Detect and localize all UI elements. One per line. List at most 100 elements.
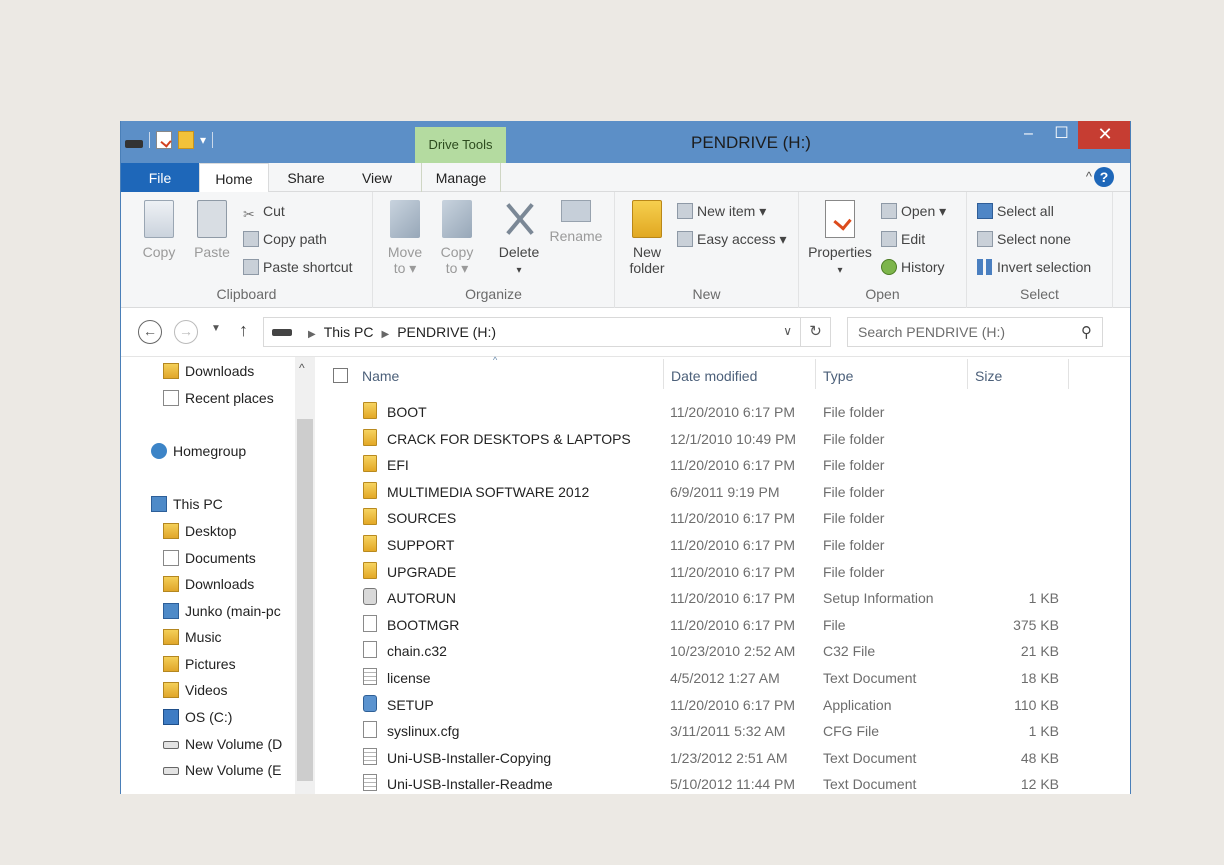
- title-bar: ▾ Drive Tools PENDRIVE (H:) – ☐ ✕: [121, 121, 1130, 163]
- column-header-size[interactable]: Size: [975, 368, 1002, 384]
- rename-icon: [561, 200, 591, 222]
- file-name: CRACK FOR DESKTOPS & LAPTOPS: [387, 430, 631, 447]
- maximize-button[interactable]: ☐: [1045, 121, 1078, 149]
- help-icon[interactable]: ?: [1094, 167, 1114, 187]
- copy-to-button[interactable]: Copy to ▾: [435, 200, 479, 276]
- properties-icon[interactable]: [156, 131, 172, 149]
- column-divider[interactable]: [1068, 359, 1069, 389]
- breadcrumb-pendrive[interactable]: PENDRIVE (H:): [397, 324, 496, 340]
- nav-item-os-c[interactable]: OS (C:): [163, 709, 232, 725]
- paste-icon: [197, 200, 227, 238]
- file-row[interactable]: AUTORUN 11/20/2010 6:17 PM Setup Informati…: [317, 585, 1130, 611]
- copy-button[interactable]: Copy: [139, 200, 179, 260]
- address-dropdown-icon[interactable]: ∨: [783, 324, 792, 338]
- recent-locations-dropdown-icon[interactable]: ▼: [211, 323, 221, 334]
- column-header-name[interactable]: Name: [362, 368, 399, 384]
- file-name: license: [387, 670, 431, 686]
- select-all-checkbox[interactable]: [333, 368, 348, 383]
- file-row[interactable]: UPGRADE 11/20/2010 6:17 PM File folder: [317, 559, 1130, 585]
- scrollbar-thumb[interactable]: [297, 419, 313, 781]
- file-row[interactable]: syslinux.cfg 3/11/2011 5:32 AM CFG File 1 K…: [317, 718, 1130, 744]
- easy-access-button[interactable]: Easy access ▾: [677, 231, 787, 248]
- file-row[interactable]: license 4/5/2012 1:27 AM Text Document 18 K…: [317, 665, 1130, 691]
- refresh-button[interactable]: ↻: [801, 317, 831, 347]
- nav-item-downloads[interactable]: Downloads: [163, 576, 254, 592]
- file-row[interactable]: BOOTMGR 11/20/2010 6:17 PM File 375 KB: [317, 612, 1130, 638]
- paste-button[interactable]: Paste: [191, 200, 233, 260]
- file-date-modified: 3/11/2011 5:32 AM: [670, 723, 786, 740]
- tab-file[interactable]: File: [121, 163, 199, 192]
- column-header-date-modified[interactable]: Date modified: [671, 368, 757, 384]
- nav-scrollbar[interactable]: ^: [295, 357, 315, 794]
- select-all-label: Select all: [997, 203, 1054, 219]
- file-row[interactable]: Uni-USB-Installer-Copying 1/23/2012 2:51 …: [317, 745, 1130, 771]
- nav-item-homegroup[interactable]: Homegroup: [151, 443, 246, 459]
- nav-item-downloads[interactable]: Downloads: [163, 363, 254, 379]
- search-icon[interactable]: ⚲: [1081, 323, 1092, 341]
- move-to-button[interactable]: Move to ▾: [383, 200, 427, 276]
- folder-icon: [363, 402, 377, 419]
- new-folder-button[interactable]: New folder: [623, 200, 671, 276]
- address-bar[interactable]: ▶ This PC ▶ PENDRIVE (H:) ∨: [263, 317, 801, 347]
- select-none-button[interactable]: Select none: [977, 231, 1071, 247]
- search-input[interactable]: Search PENDRIVE (H:) ⚲: [847, 317, 1103, 347]
- column-header-type[interactable]: Type: [823, 368, 853, 384]
- cut-button[interactable]: ✂ Cut: [243, 203, 285, 222]
- file-row[interactable]: EFI 11/20/2010 6:17 PM File folder: [317, 452, 1130, 478]
- nav-item-label: OS (C:): [185, 709, 233, 725]
- nav-item-junko[interactable]: Junko (main-pc: [163, 603, 295, 619]
- select-all-button[interactable]: Select all: [977, 203, 1054, 219]
- nav-item-label: Desktop: [185, 523, 237, 539]
- collapse-ribbon-icon[interactable]: ^: [1086, 169, 1092, 184]
- forward-button[interactable]: →: [174, 320, 198, 344]
- nav-item-new-volume-e[interactable]: New Volume (E: [163, 762, 295, 778]
- nav-item-music[interactable]: Music: [163, 629, 222, 645]
- file-row[interactable]: MULTIMEDIA SOFTWARE 2012 6/9/2011 9:19 PM…: [317, 479, 1130, 505]
- quick-access-toolbar: ▾: [125, 131, 214, 149]
- breadcrumb-this-pc[interactable]: This PC: [324, 324, 374, 340]
- delete-button[interactable]: Delete ▾: [497, 200, 541, 279]
- tab-manage[interactable]: Manage: [421, 163, 501, 192]
- nav-item-desktop[interactable]: Desktop: [163, 523, 236, 539]
- back-button[interactable]: ←: [138, 320, 162, 344]
- column-divider[interactable]: [967, 359, 968, 389]
- rename-button[interactable]: Rename: [549, 200, 603, 244]
- up-button[interactable]: ↑: [239, 320, 248, 341]
- nav-item-videos[interactable]: Videos: [163, 682, 228, 698]
- text-document-icon: [363, 668, 377, 685]
- paste-shortcut-button[interactable]: Paste shortcut: [243, 259, 353, 275]
- history-button[interactable]: History: [881, 259, 945, 275]
- nav-item-this-pc[interactable]: This PC: [151, 496, 223, 512]
- tab-view[interactable]: View: [353, 163, 401, 192]
- new-folder-icon[interactable]: [178, 131, 194, 149]
- nav-item-pictures[interactable]: Pictures: [163, 656, 236, 672]
- nav-item-recent-places[interactable]: Recent places: [163, 390, 274, 406]
- invert-selection-button[interactable]: Invert selection: [977, 259, 1091, 275]
- breadcrumb-separator: ▶: [308, 329, 316, 340]
- scroll-up-icon[interactable]: ^: [299, 361, 305, 375]
- edit-button[interactable]: Edit: [881, 231, 925, 247]
- close-button[interactable]: ✕: [1078, 121, 1130, 149]
- copy-path-button[interactable]: Copy path: [243, 231, 327, 247]
- network-folder-icon: [163, 603, 179, 619]
- file-row[interactable]: SOURCES 11/20/2010 6:17 PM File folder: [317, 505, 1130, 531]
- properties-button[interactable]: Properties ▾: [805, 200, 875, 279]
- file-row[interactable]: SETUP 11/20/2010 6:17 PM Application 110 KB: [317, 692, 1130, 718]
- folder-icon: [363, 455, 377, 473]
- file-row[interactable]: chain.c32 10/23/2010 2:52 AM C32 File 21 KB: [317, 638, 1130, 664]
- column-divider[interactable]: [815, 359, 816, 389]
- file-row[interactable]: BOOT 11/20/2010 6:17 PM File folder: [317, 399, 1130, 425]
- new-item-button[interactable]: New item ▾: [677, 203, 766, 220]
- tab-home[interactable]: Home: [199, 163, 269, 193]
- nav-item-documents[interactable]: Documents: [163, 550, 256, 566]
- open-button[interactable]: Open ▾: [881, 203, 946, 220]
- file-row[interactable]: Uni-USB-Installer-Readme 5/10/2012 11:44 …: [317, 771, 1130, 794]
- column-divider[interactable]: [663, 359, 664, 389]
- qat-dropdown-icon[interactable]: ▾: [200, 133, 206, 147]
- nav-item-new-volume-d[interactable]: New Volume (D: [163, 736, 295, 752]
- file-name: SETUP: [387, 696, 434, 713]
- file-row[interactable]: SUPPORT 11/20/2010 6:17 PM File folder: [317, 532, 1130, 558]
- file-row[interactable]: CRACK FOR DESKTOPS & LAPTOPS 12/1/2010 10…: [317, 426, 1130, 452]
- tab-share[interactable]: Share: [281, 163, 331, 192]
- minimize-button[interactable]: –: [1012, 121, 1045, 149]
